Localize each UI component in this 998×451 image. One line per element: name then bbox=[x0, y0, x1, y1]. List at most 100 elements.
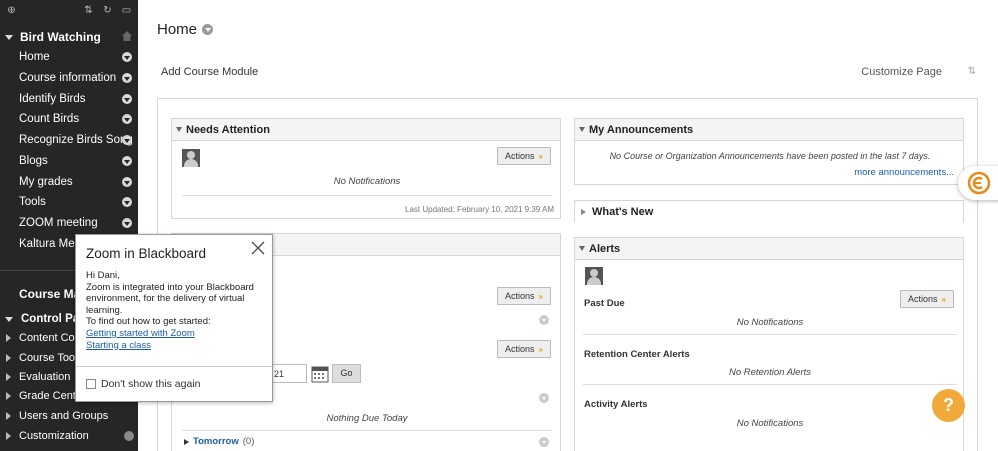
no-notifications-text: No Notifications bbox=[333, 176, 401, 187]
chevron-right-icon bbox=[6, 432, 11, 440]
tomorrow-toggle[interactable]: Tomorrow (0) bbox=[184, 436, 254, 447]
collapse-icon[interactable] bbox=[579, 246, 585, 251]
actions-button[interactable]: Actions» bbox=[497, 287, 551, 305]
course-title-row[interactable]: Bird Watching bbox=[0, 29, 138, 45]
expand-icon bbox=[5, 34, 13, 40]
needs-attention-module: Needs Attention Actions» No Notification… bbox=[171, 118, 561, 219]
sidebar-item-recognize-birds-song[interactable]: Recognize Birds Song bbox=[0, 132, 138, 148]
collapse-icon[interactable] bbox=[176, 127, 182, 132]
module-title: My Announcements bbox=[589, 123, 694, 136]
announcements-module: My Announcements No Course or Organizati… bbox=[574, 118, 964, 185]
reorder-icon[interactable]: ⇅ bbox=[968, 66, 976, 77]
close-icon[interactable] bbox=[251, 241, 265, 255]
add-course-module-button[interactable]: Add Course Module bbox=[161, 66, 258, 78]
course-title[interactable]: Bird Watching bbox=[20, 30, 101, 44]
sidebar-item-count-birds[interactable]: Count Birds bbox=[0, 111, 138, 127]
calendar-icon[interactable] bbox=[311, 364, 329, 383]
arrow-right-icon[interactable] bbox=[124, 431, 134, 441]
collapse-icon[interactable] bbox=[539, 437, 549, 447]
last-updated-text: Last Updated: February 10, 2021 9:39 AM bbox=[405, 205, 554, 214]
chevron-down-icon[interactable] bbox=[122, 52, 132, 62]
tomorrow-count: (0) bbox=[242, 436, 255, 447]
past-due-heading: Past Due bbox=[584, 298, 625, 309]
chevron-down-icon[interactable] bbox=[202, 24, 214, 35]
tool-users-and-groups[interactable]: Users and Groups bbox=[0, 408, 138, 424]
sidebar-item-my-grades[interactable]: My grades bbox=[0, 174, 138, 190]
sidebar-toolbar: ⊕ ⇅ ↻ ▭ bbox=[0, 0, 138, 20]
expand-icon[interactable] bbox=[581, 209, 586, 215]
sidebar-item-zoom-meeting[interactable]: ZOOM meeting bbox=[0, 215, 138, 231]
no-announcements-text: No Course or Organization Announcements … bbox=[609, 151, 931, 161]
chevron-right-icon bbox=[6, 392, 11, 400]
chevron-right-icon bbox=[6, 373, 11, 381]
dont-show-checkbox[interactable] bbox=[86, 379, 96, 389]
modules-area: Needs Attention Actions» No Notification… bbox=[157, 98, 978, 451]
chevron-down-icon[interactable] bbox=[122, 197, 132, 207]
more-announcements-link[interactable]: more announcements... bbox=[854, 167, 954, 178]
module-header[interactable]: Alerts bbox=[575, 238, 963, 260]
getting-started-link[interactable]: Getting started with Zoom bbox=[86, 328, 266, 340]
module-header[interactable]: What's New bbox=[575, 201, 963, 223]
page-title-text: Home bbox=[157, 21, 198, 38]
expand-icon bbox=[5, 316, 13, 322]
module-header[interactable]: My Announcements bbox=[575, 119, 963, 141]
sidebar-item-course-information[interactable]: Course information bbox=[0, 70, 138, 86]
sidebar-item-label: Count Birds bbox=[19, 113, 80, 125]
sidebar-item-label: Tools bbox=[19, 196, 46, 208]
chevron-down-icon: » bbox=[538, 344, 543, 354]
module-title: What's New bbox=[592, 206, 654, 218]
sidebar-item-home[interactable]: Home bbox=[0, 49, 138, 65]
popup-find-out: To find out how to get started: bbox=[86, 316, 211, 328]
avatar bbox=[585, 267, 603, 285]
tool-label: Evaluation bbox=[19, 371, 71, 383]
popup-body: Hi Dani, Zoom is integrated into your Bl… bbox=[86, 270, 266, 351]
divider bbox=[583, 384, 957, 385]
starting-class-link[interactable]: Starting a class bbox=[86, 340, 266, 352]
alerts-module: Alerts Past Due Actions» No Notification… bbox=[574, 237, 964, 451]
sidebar-item-label: Home bbox=[19, 51, 50, 63]
actions-label: Actions bbox=[505, 291, 535, 301]
collapse-icon[interactable] bbox=[539, 393, 549, 403]
refresh-icon[interactable]: ↻ bbox=[102, 5, 113, 16]
activity-alerts-heading: Activity Alerts bbox=[584, 399, 648, 410]
chevron-down-icon[interactable] bbox=[122, 135, 132, 145]
folder-icon[interactable]: ▭ bbox=[121, 5, 132, 16]
help-button[interactable]: ? bbox=[932, 389, 965, 422]
sidebar-item-identify-birds[interactable]: Identify Birds bbox=[0, 91, 138, 107]
tool-customization[interactable]: Customization bbox=[0, 428, 138, 444]
page-title[interactable]: Home bbox=[157, 21, 214, 38]
chevron-down-icon[interactable] bbox=[122, 73, 132, 83]
sort-icon[interactable]: ⇅ bbox=[83, 5, 94, 16]
side-widget[interactable] bbox=[958, 166, 998, 200]
sidebar-item-blogs[interactable]: Blogs bbox=[0, 153, 138, 169]
app-logo-icon[interactable] bbox=[967, 171, 991, 195]
popup-text: Zoom is integrated into your Blackboard … bbox=[86, 281, 254, 316]
chevron-down-icon[interactable] bbox=[122, 218, 132, 228]
chevron-right-icon bbox=[6, 334, 11, 342]
home-icon[interactable] bbox=[122, 31, 132, 41]
customize-page-button[interactable]: Customize Page bbox=[861, 66, 942, 78]
sidebar-item-label: Blogs bbox=[19, 155, 48, 167]
chevron-down-icon[interactable] bbox=[122, 177, 132, 187]
sidebar-item-label: My grades bbox=[19, 176, 73, 188]
sidebar-item-label: Course information bbox=[19, 72, 117, 84]
date-input[interactable]: 21 bbox=[270, 364, 307, 383]
chevron-down-icon[interactable] bbox=[122, 94, 132, 104]
collapse-icon[interactable] bbox=[579, 127, 585, 132]
go-button[interactable]: Go bbox=[332, 364, 361, 383]
chevron-right-icon bbox=[184, 438, 189, 445]
sidebar-item-tools[interactable]: Tools bbox=[0, 194, 138, 210]
actions-button[interactable]: Actions» bbox=[497, 147, 551, 165]
actions-button[interactable]: Actions» bbox=[497, 340, 551, 358]
actions-label: Actions bbox=[505, 151, 535, 161]
chevron-down-icon[interactable] bbox=[122, 156, 132, 166]
tool-label: Course Tools bbox=[19, 352, 83, 364]
dont-show-label[interactable]: Don't show this again bbox=[101, 378, 200, 390]
chevron-down-icon[interactable] bbox=[122, 114, 132, 124]
collapse-icon[interactable] bbox=[539, 315, 549, 325]
add-icon[interactable]: ⊕ bbox=[6, 5, 17, 16]
popup-greeting: Hi Dani, bbox=[86, 270, 120, 281]
module-header[interactable]: Needs Attention bbox=[172, 119, 560, 141]
chevron-down-icon: » bbox=[941, 294, 946, 304]
actions-button[interactable]: Actions» bbox=[900, 290, 954, 308]
